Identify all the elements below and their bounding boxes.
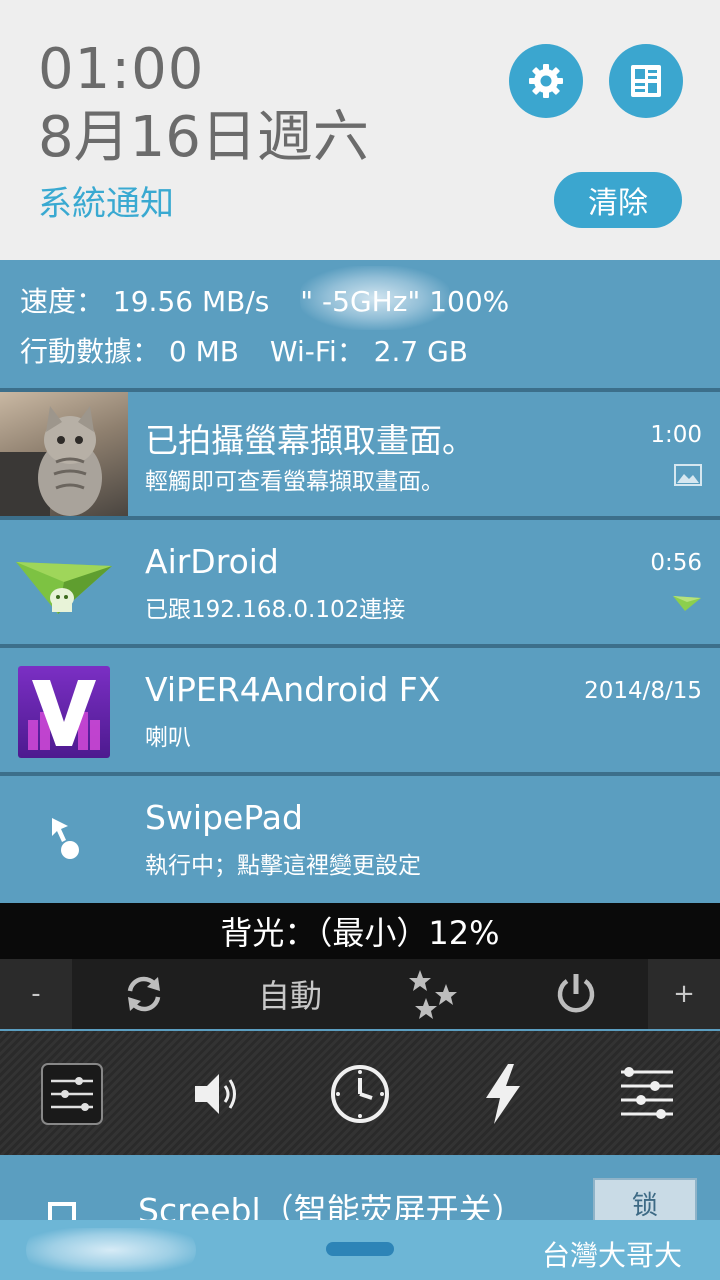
viper-logo-icon <box>18 666 110 758</box>
date: 8月16日週六 <box>38 105 369 170</box>
section-title: 系統通知 <box>38 184 174 224</box>
clock-icon <box>331 1065 389 1123</box>
speed-value: 19.56 MB/s <box>112 285 270 318</box>
stars-icon <box>409 970 457 1019</box>
notification-airdroid[interactable]: AirDroid 已跟192.168.0.102連接 0:56 <box>0 520 720 644</box>
speed-line: 速度： 19.56 MB/s " -5GHz" 100% <box>20 280 509 320</box>
usage-line: 行動數據： 0 MB Wi-Fi： 2.7 GB <box>20 330 468 370</box>
redacted-blur <box>26 1228 196 1272</box>
network-name: " -5GHz" 100% <box>300 285 510 318</box>
sync-button[interactable] <box>108 959 180 1029</box>
clear-button[interactable]: 清除 <box>554 172 682 228</box>
speed-label: 速度： <box>20 285 105 318</box>
power-button[interactable] <box>540 959 612 1029</box>
lightning-icon <box>486 1064 520 1124</box>
network-stats: 速度： 19.56 MB/s " -5GHz" 100% 行動數據： 0 MB … <box>0 262 720 388</box>
swipepad-pointer-icon <box>46 816 86 866</box>
notification-swipepad[interactable]: SwipePad 執行中；點擊這裡變更設定 <box>0 776 720 900</box>
notification-text: 輕觸即可查看螢幕擷取畫面。 <box>145 469 444 495</box>
equalizer-toggle[interactable] <box>37 1059 107 1129</box>
profile-button[interactable] <box>609 44 683 118</box>
clock: 01:00 <box>38 37 205 102</box>
mobile-data-value: 0 MB <box>168 335 240 368</box>
notification-text: 執行中；點擊這裡變更設定 <box>145 853 421 879</box>
notification-text: 已跟192.168.0.102連接 <box>145 597 406 623</box>
cat-photo-thumbnail <box>0 392 128 516</box>
auto-brightness-button[interactable]: 自動 <box>230 959 350 1029</box>
volume-toggle[interactable] <box>180 1059 250 1129</box>
notification-time: 2014/8/15 <box>584 678 702 704</box>
bottom-bar: 台灣大哥大 <box>0 1220 720 1280</box>
notification-screenshot[interactable]: 已拍攝螢幕擷取畫面。 輕觸即可查看螢幕擷取畫面。 1:00 <box>0 392 720 516</box>
notification-title: ViPER4Android FX <box>145 670 441 709</box>
power-icon <box>557 974 595 1013</box>
quick-toggles <box>0 1031 720 1155</box>
screen-timeout-toggle[interactable] <box>325 1059 395 1129</box>
night-mode-button[interactable] <box>396 959 468 1029</box>
flashlight-toggle[interactable] <box>468 1059 538 1129</box>
speaker-icon <box>195 1074 236 1114</box>
sliders-icon <box>621 1067 673 1119</box>
gear-icon <box>529 64 563 98</box>
settings-button[interactable] <box>509 44 583 118</box>
notification-time: 1:00 <box>650 422 702 448</box>
brightness-decrease-button[interactable]: - <box>0 959 72 1029</box>
notification-viper[interactable]: ViPER4Android FX 喇叭 2014/8/15 <box>0 648 720 772</box>
image-icon <box>674 464 702 490</box>
equalizer-icon <box>41 1063 103 1125</box>
notification-title: AirDroid <box>145 542 279 581</box>
airdroid-plane-icon <box>14 544 114 624</box>
wifi-value: 2.7 GB <box>373 335 468 368</box>
notification-screebl[interactable]: Screebl（智能荧屏开关） 锁 <box>0 1158 720 1230</box>
settings-sliders-toggle[interactable] <box>612 1059 682 1129</box>
brightness-controls: - 自動 + <box>0 959 720 1029</box>
notification-text: 喇叭 <box>145 725 191 751</box>
drag-handle[interactable] <box>326 1242 394 1256</box>
notification-time: 0:56 <box>650 550 702 576</box>
notification-title: SwipePad <box>145 798 303 837</box>
backlight-label: 背光：（最小）12% <box>0 903 720 959</box>
notification-header: 01:00 8月16日週六 系統通知 清除 <box>0 0 720 260</box>
contact-card-icon <box>631 65 661 97</box>
notification-title: 已拍攝螢幕擷取畫面。 <box>145 421 475 460</box>
brightness-increase-button[interactable]: + <box>648 959 720 1029</box>
sync-icon <box>127 976 161 1012</box>
carrier-name: 台灣大哥大 <box>541 1239 682 1272</box>
airdroid-small-icon <box>672 592 702 616</box>
mobile-data-label: 行動數據： <box>20 335 161 368</box>
wifi-label: Wi-Fi： <box>269 335 365 368</box>
